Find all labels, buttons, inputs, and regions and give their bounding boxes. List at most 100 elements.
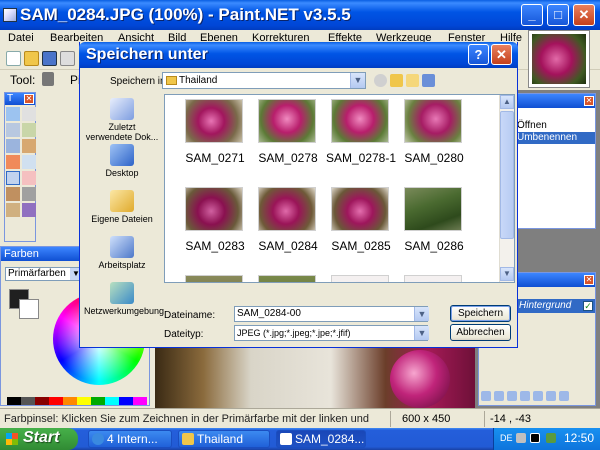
scroll-thumb[interactable]: [500, 111, 514, 239]
place-my-computer[interactable]: Arbeitsplatz: [84, 236, 160, 270]
eraser-icon[interactable]: [22, 171, 36, 185]
color-mode-select[interactable]: Primärfarben ▼: [5, 267, 83, 281]
filename-input[interactable]: SAM_0284-00: [234, 306, 428, 322]
brush-tool-icon[interactable]: [42, 72, 54, 86]
filetype-value: JPEG (*.jpg;*.jpeg;*.jpe;*.jfif): [237, 328, 351, 338]
paint-bucket-icon[interactable]: [6, 155, 20, 169]
back-icon[interactable]: [374, 74, 387, 87]
place-label: Arbeitsplatz: [98, 260, 146, 270]
layer-visibility-checkbox[interactable]: ✓: [583, 301, 593, 311]
clone-stamp-icon[interactable]: [6, 203, 20, 217]
add-layer-icon[interactable]: [481, 391, 491, 401]
scroll-down-icon[interactable]: ▼: [500, 267, 514, 281]
minimize-button[interactable]: _: [521, 4, 543, 26]
tray-network-icon[interactable]: [546, 433, 556, 443]
print-icon[interactable]: [60, 51, 75, 66]
save-in-label: Speichern in:: [110, 76, 169, 87]
pan-icon[interactable]: [22, 139, 36, 153]
file-thumbnail: [404, 187, 462, 231]
place-desktop[interactable]: Desktop: [84, 144, 160, 178]
up-folder-icon[interactable]: [390, 74, 403, 87]
move-icon[interactable]: [22, 107, 36, 121]
gradient-icon[interactable]: [22, 155, 36, 169]
recolor-icon[interactable]: [22, 203, 36, 217]
new-folder-icon[interactable]: [406, 74, 419, 87]
color-picker-icon[interactable]: [22, 187, 36, 201]
place-label: Desktop: [105, 168, 139, 178]
open-folder-icon[interactable]: [24, 51, 39, 66]
desktop-icon: [110, 144, 134, 166]
close-window-button[interactable]: ✕: [573, 4, 595, 26]
pencil-icon[interactable]: [6, 187, 20, 201]
layer-properties-icon[interactable]: [559, 391, 569, 401]
help-button[interactable]: ?: [468, 44, 489, 65]
recent-documents-icon: [110, 98, 134, 120]
color-palette[interactable]: [7, 397, 147, 405]
lasso-icon[interactable]: [6, 123, 20, 137]
canvas-image-flower: [390, 350, 450, 408]
start-label: Start: [23, 429, 60, 446]
file-thumbnail: [258, 275, 316, 282]
places-bar: Zuletzt verwendete Dok... Desktop Eigene…: [84, 94, 164, 343]
secondary-color-swatch[interactable]: [19, 299, 39, 319]
move-layer-up-icon[interactable]: [533, 391, 543, 401]
folder-icon: [182, 433, 194, 445]
place-recent[interactable]: Zuletzt verwendete Dok...: [84, 98, 160, 142]
dialog-close-button[interactable]: ✕: [491, 44, 512, 65]
tray-app-icon[interactable]: [530, 433, 540, 443]
paintbrush-icon[interactable]: [6, 171, 20, 185]
delete-layer-icon[interactable]: [494, 391, 504, 401]
image-tab-thumbnail[interactable]: [528, 30, 590, 88]
place-label: Eigene Dateien: [91, 214, 153, 224]
network-icon: [110, 282, 134, 304]
maximize-button[interactable]: □: [547, 4, 569, 26]
zoom-icon[interactable]: [22, 123, 36, 137]
place-my-documents[interactable]: Eigene Dateien: [84, 190, 160, 224]
file-list[interactable]: SAM_0271 SAM_0278 SAM_0278-1 SAM_0280 SA…: [164, 94, 515, 283]
duplicate-layer-icon[interactable]: [507, 391, 517, 401]
menu-datei[interactable]: Datei: [8, 32, 34, 44]
move-layer-down-icon[interactable]: [546, 391, 556, 401]
file-name: SAM_0271: [185, 151, 245, 165]
main-titlebar[interactable]: SAM_0284.JPG (100%) - Paint.NET v3.5.5 _…: [0, 0, 600, 30]
chevron-down-icon[interactable]: ▼: [350, 73, 365, 88]
language-indicator[interactable]: DE: [500, 433, 513, 443]
view-menu-icon[interactable]: [422, 74, 435, 87]
new-file-icon[interactable]: [6, 51, 21, 66]
layers-close-icon[interactable]: ✕: [584, 275, 594, 285]
tray-keyboard-icon[interactable]: [516, 433, 526, 443]
start-button[interactable]: Start: [0, 428, 78, 450]
paintnet-icon: [280, 433, 292, 445]
tools-panel-header[interactable]: T ✕: [5, 93, 35, 105]
filetype-combo[interactable]: JPEG (*.jpg;*.jpeg;*.jpe;*.jfif): [234, 325, 428, 341]
file-list-scrollbar[interactable]: ▲ ▼: [499, 95, 514, 282]
save-button[interactable]: Speichern: [450, 305, 511, 322]
save-in-combo[interactable]: Thailand ▼: [162, 72, 366, 89]
taskbar: Start 4 Intern... Thailand SAM_0284... D…: [0, 428, 600, 450]
dialog-title: Speichern unter: [86, 46, 208, 63]
ellipse-select-icon[interactable]: [6, 139, 20, 153]
taskbar-item-internet[interactable]: 4 Intern...: [88, 430, 172, 448]
place-network[interactable]: Netzwerkumgebung: [84, 282, 164, 316]
file-thumbnail: [185, 275, 243, 282]
dialog-titlebar[interactable]: Speichern unter ? ✕: [79, 42, 518, 68]
filename-label: Dateiname:: [164, 310, 216, 321]
rectangle-select-icon[interactable]: [6, 107, 20, 121]
taskbar-item-paintnet[interactable]: SAM_0284...: [276, 430, 366, 448]
history-close-icon[interactable]: ✕: [584, 96, 594, 106]
taskbar-item-label: SAM_0284...: [295, 432, 365, 446]
scroll-up-icon[interactable]: ▲: [500, 95, 514, 109]
status-divider: [390, 411, 391, 427]
my-computer-icon: [110, 236, 134, 258]
filename-dropdown-icon[interactable]: ▼: [414, 307, 429, 321]
system-tray: DE 12:50: [493, 428, 600, 450]
cancel-button[interactable]: Abbrechen: [450, 324, 511, 341]
file-thumbnail: [258, 187, 316, 231]
taskbar-item-folder[interactable]: Thailand: [178, 430, 270, 448]
file-thumbnail: [404, 99, 462, 143]
tools-close-icon[interactable]: ✕: [24, 94, 34, 104]
filetype-dropdown-icon[interactable]: ▼: [414, 326, 429, 340]
save-icon[interactable]: [42, 51, 57, 66]
layer-toolbar: [481, 391, 593, 403]
merge-layer-icon[interactable]: [520, 391, 530, 401]
